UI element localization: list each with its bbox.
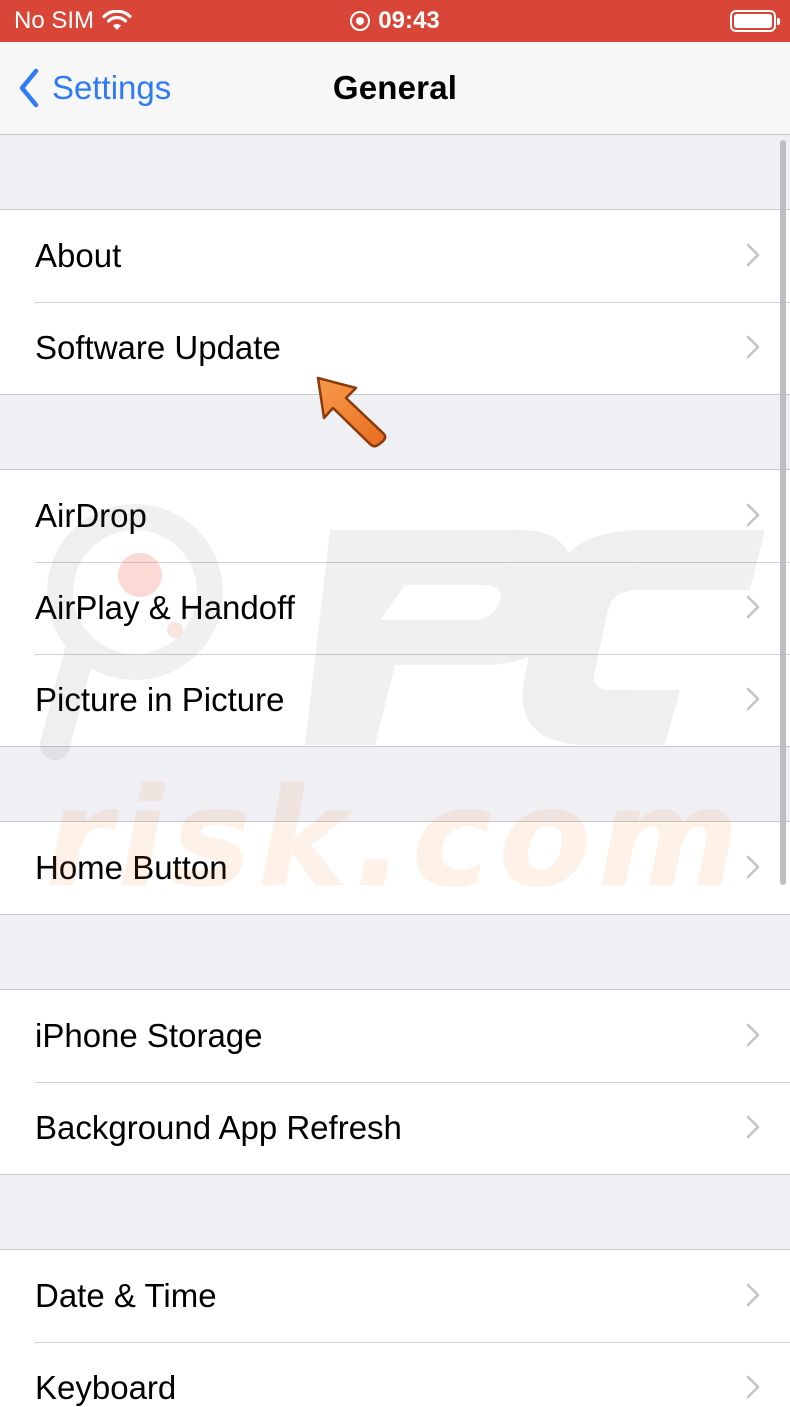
- scroll-indicator[interactable]: [780, 140, 786, 885]
- row-label: About: [35, 237, 122, 274]
- settings-group-5: Date & Time Keyboard: [0, 1249, 790, 1407]
- row-label: Picture in Picture: [35, 681, 285, 718]
- row-background-app-refresh[interactable]: Background App Refresh: [0, 1082, 790, 1174]
- row-airplay-handoff[interactable]: AirPlay & Handoff: [0, 562, 790, 654]
- settings-group-4: iPhone Storage Background App Refresh: [0, 989, 790, 1175]
- chevron-right-icon: [746, 855, 760, 879]
- chevron-right-icon: [746, 687, 760, 711]
- row-picture-in-picture[interactable]: Picture in Picture: [0, 654, 790, 746]
- settings-group-3: Home Button: [0, 821, 790, 915]
- navigation-bar: Settings General: [0, 42, 790, 135]
- status-bar: No SIM 09:43: [0, 0, 790, 42]
- section-spacer: [0, 1175, 790, 1249]
- chevron-right-icon: [746, 1115, 760, 1139]
- chevron-right-icon: [746, 1023, 760, 1047]
- row-label: Date & Time: [35, 1277, 217, 1314]
- row-home-button[interactable]: Home Button: [0, 822, 790, 914]
- chevron-right-icon: [746, 1283, 760, 1307]
- settings-list: About Software Update AirDrop AirPlay & …: [0, 135, 790, 1407]
- row-date-time[interactable]: Date & Time: [0, 1250, 790, 1342]
- row-software-update[interactable]: Software Update: [0, 302, 790, 394]
- settings-group-2: AirDrop AirPlay & Handoff Picture in Pic…: [0, 469, 790, 747]
- row-airdrop[interactable]: AirDrop: [0, 470, 790, 562]
- chevron-right-icon: [746, 503, 760, 527]
- row-about[interactable]: About: [0, 210, 790, 302]
- row-iphone-storage[interactable]: iPhone Storage: [0, 990, 790, 1082]
- chevron-right-icon: [746, 335, 760, 359]
- status-right: [730, 10, 780, 32]
- row-label: AirPlay & Handoff: [35, 589, 295, 626]
- battery-icon: [730, 10, 780, 32]
- row-label: Keyboard: [35, 1369, 177, 1406]
- chevron-right-icon: [746, 243, 760, 267]
- pointer-arrow-icon: [316, 376, 387, 448]
- row-label: Background App Refresh: [35, 1109, 402, 1146]
- settings-group-1: About Software Update: [0, 209, 790, 395]
- row-label: AirDrop: [35, 497, 147, 534]
- general-settings-screen: No SIM 09:43 Settings General About Soft…: [0, 0, 790, 1407]
- row-label: Software Update: [35, 329, 281, 366]
- section-spacer: [0, 915, 790, 989]
- chevron-right-icon: [746, 595, 760, 619]
- section-spacer: [0, 135, 790, 209]
- section-spacer: [0, 747, 790, 821]
- row-label: iPhone Storage: [35, 1017, 263, 1054]
- clock: 09:43: [378, 7, 440, 34]
- row-keyboard[interactable]: Keyboard: [0, 1342, 790, 1407]
- section-spacer: [0, 395, 790, 469]
- status-center: 09:43: [0, 0, 790, 42]
- screen-recording-icon: [350, 11, 371, 31]
- page-title: General: [332, 69, 458, 106]
- chevron-right-icon: [746, 1375, 760, 1399]
- row-label: Home Button: [35, 849, 228, 886]
